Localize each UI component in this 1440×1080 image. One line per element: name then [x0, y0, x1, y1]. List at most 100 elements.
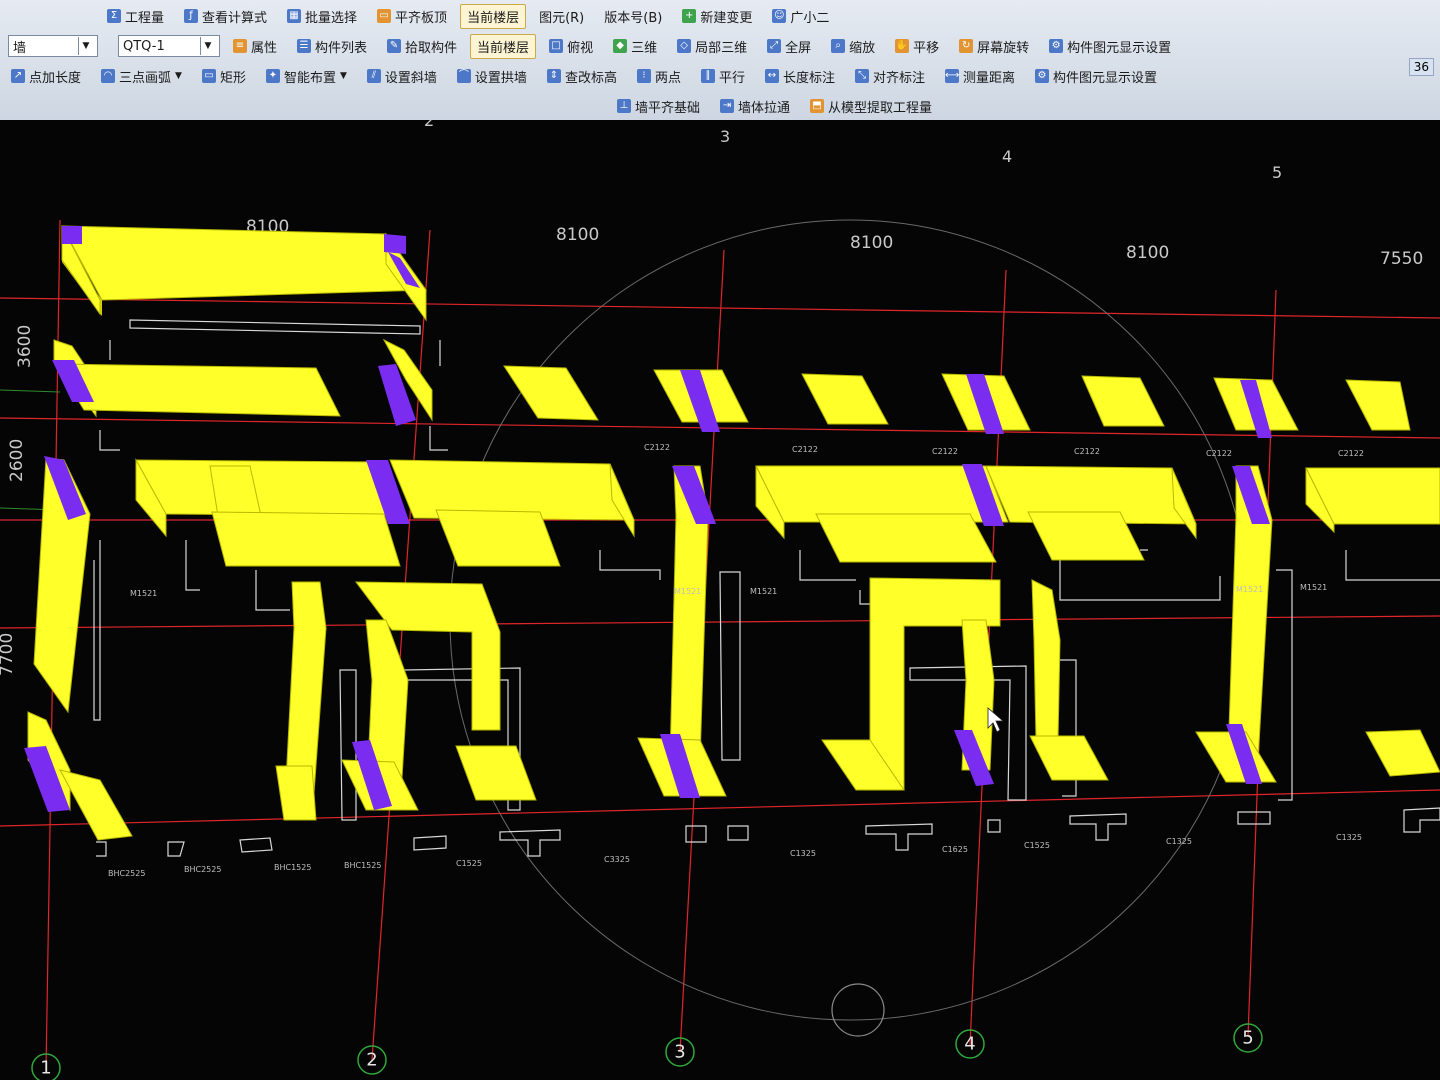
wall-3d[interactable]	[609, 463, 635, 538]
dim-left-1: 3600	[15, 325, 35, 368]
component-display-settings-button[interactable]: ⚙ 构件图元显示设置	[1028, 64, 1164, 89]
axis-label-2: 2	[424, 120, 434, 130]
zoom-icon: ⌕	[831, 39, 846, 53]
bottom-tag: C1325	[790, 849, 816, 858]
element-name-select[interactable]: QTQ-1 ▼	[118, 35, 220, 57]
wall-3d[interactable]	[211, 511, 401, 567]
wall-3d[interactable]	[1081, 375, 1165, 427]
outline-column-tee	[499, 829, 561, 857]
window-tag: C2122	[644, 443, 670, 452]
axis-bubble-2-label: 2	[366, 1050, 377, 1071]
door-tag: M1521	[1236, 585, 1263, 594]
bottom-tag: C3325	[604, 855, 630, 864]
length-dimension-button[interactable]: ↔ 长度标注	[758, 64, 842, 89]
top-dimensions: 8100 8100 8100 8100 7550	[246, 217, 1423, 269]
pick-component-button[interactable]: ✎ 拾取构件	[380, 34, 464, 59]
menu-element[interactable]: 图元(R)	[532, 4, 591, 29]
elevation-icon: ⇕	[546, 69, 561, 83]
measure-distance-button[interactable]: ⟷ 测量距离	[938, 64, 1022, 89]
current-floor-button[interactable]: 当前楼层	[470, 33, 537, 59]
outline-column-tee	[1403, 807, 1440, 833]
assistant-button[interactable]: ☺ 广小二	[765, 4, 836, 29]
set-slanted-wall-button[interactable]: ⫽ 设置斜墙	[360, 64, 444, 89]
parallel-button[interactable]: ∥ 平行	[694, 64, 752, 89]
properties-button[interactable]: ≡ 属性	[226, 34, 284, 59]
wall-3d[interactable]	[801, 373, 889, 425]
model-view[interactable]: 1 2 3 4 5 8100 8100 8100 8100 7550 3600 …	[0, 120, 1440, 1080]
align-slab-top-button[interactable]: ▭ 平齐板顶	[370, 4, 454, 29]
toolbar-row-1: Σ 工程量 ƒ 查看计算式 ▦ 批量选择 ▭ 平齐板顶 当前楼层 图元(R) 版本号(B…	[100, 2, 836, 30]
green-line-1	[0, 389, 61, 393]
toolbar-row-4: ⊥ 墙平齐基础 ⇥ 墙体拉通 ⬒ 从模型提取工程量	[610, 92, 939, 120]
wall-3d[interactable]	[275, 765, 317, 821]
outline-wall	[93, 540, 200, 721]
wall-3d[interactable]	[503, 365, 599, 421]
assistant-icon: ☺	[772, 9, 787, 23]
three-point-arc-button[interactable]: ◠ 三点画弧 ▼	[94, 64, 189, 89]
view-formula-button[interactable]: ƒ 查看计算式	[177, 4, 274, 29]
wall-3d[interactable]	[61, 225, 427, 301]
outline-column-tee	[1069, 813, 1127, 841]
zoom-button[interactable]: ⌕ 缩放	[824, 34, 882, 59]
wall-3d[interactable]	[59, 769, 133, 841]
dim-left-3: 7700	[0, 633, 17, 676]
wall-3d[interactable]	[1345, 379, 1411, 431]
outline-wall	[1276, 569, 1293, 801]
toolbar-row-3: ↗ 点加长度 ◠ 三点画弧 ▼ ▭ 矩形 ✦ 智能布置 ▼ ⫽ 设置斜墙 ⌒ 设置拱墙 ⇕ 查改标…	[4, 62, 1164, 90]
point-length-button[interactable]: ↗ 点加长度	[4, 64, 88, 89]
set-arched-wall-button[interactable]: ⌒ 设置拱墙	[450, 64, 534, 89]
local-3d-button[interactable]: ◇ 局部三维	[670, 34, 754, 59]
window-tag: C2122	[1074, 447, 1100, 456]
wall-align-foundation-button[interactable]: ⊥ 墙平齐基础	[610, 94, 707, 119]
zoom-level-badge: 36	[1408, 58, 1434, 76]
quantity-button[interactable]: Σ 工程量	[100, 4, 171, 29]
wall-3d[interactable]	[135, 459, 407, 517]
rotate-screen-button[interactable]: ↻ 屏幕旋转	[952, 34, 1036, 59]
element-type-select[interactable]: 墙 ▼	[8, 35, 98, 57]
wall-3d[interactable]	[1029, 735, 1109, 781]
outline-wall	[99, 426, 448, 451]
fullscreen-button[interactable]: ⤢ 全屏	[760, 34, 818, 59]
batch-select-button[interactable]: ▦ 批量选择	[280, 4, 364, 29]
bottom-tag: BHC2525	[184, 865, 221, 874]
wall-3d[interactable]	[1031, 579, 1061, 741]
top-view-button[interactable]: □ 俯视	[542, 34, 600, 59]
measure-icon: ⟷	[945, 69, 960, 83]
wall-extend-button[interactable]: ⇥ 墙体拉通	[713, 94, 797, 119]
cube-icon: ◆	[613, 39, 628, 53]
align-dimension-button[interactable]: ⤡ 对齐标注	[848, 64, 932, 89]
axis-label-3: 3	[720, 127, 730, 146]
display-settings-button[interactable]: ⚙ 构件图元显示设置	[1042, 34, 1178, 59]
wall-3d[interactable]	[815, 513, 997, 563]
wall-3d[interactable]	[435, 509, 561, 567]
slanted-wall-icon: ⫽	[366, 69, 381, 83]
extract-quantity-button[interactable]: ⬒ 从模型提取工程量	[803, 94, 939, 119]
bottom-tag: C1525	[1024, 841, 1050, 850]
align-dim-icon: ⤡	[855, 69, 869, 83]
column[interactable]	[62, 226, 82, 244]
top-view-icon: □	[549, 39, 564, 53]
menu-version[interactable]: 版本号(B)	[597, 4, 669, 29]
rectangle-button[interactable]: ▭ 矩形	[195, 64, 253, 89]
3d-view-button[interactable]: ◆ 三维	[606, 34, 664, 59]
bottom-tag: BHC1525	[344, 861, 381, 870]
column[interactable]	[384, 234, 406, 254]
drawing-canvas[interactable]: 1 2 3 4 5 8100 8100 8100 8100 7550 3600 …	[0, 120, 1440, 1080]
wall-3d[interactable]	[455, 745, 537, 801]
arc-icon: ◠	[101, 69, 116, 83]
new-change-button[interactable]: + 新建变更	[675, 4, 759, 29]
two-point-button[interactable]: ⁝ 两点	[630, 64, 688, 89]
list-icon: ☰	[297, 39, 312, 53]
axis-bubble-1-label: 1	[40, 1058, 51, 1079]
check-elevation-button[interactable]: ⇕ 查改标高	[540, 64, 624, 89]
wall-3d[interactable]	[1365, 729, 1440, 777]
wall-3d[interactable]	[55, 363, 341, 417]
current-floor-tab[interactable]: 当前楼层	[460, 3, 527, 29]
wall-3d-group[interactable]	[24, 225, 1440, 841]
smart-layout-button[interactable]: ✦ 智能布置 ▼	[259, 64, 354, 89]
axis-grid	[0, 219, 1440, 1071]
window-tag: C2122	[932, 447, 958, 456]
pan-button[interactable]: ✋ 平移	[888, 34, 946, 59]
wall-3d[interactable]	[1171, 467, 1197, 540]
component-list-button[interactable]: ☰ 构件列表	[290, 34, 374, 59]
